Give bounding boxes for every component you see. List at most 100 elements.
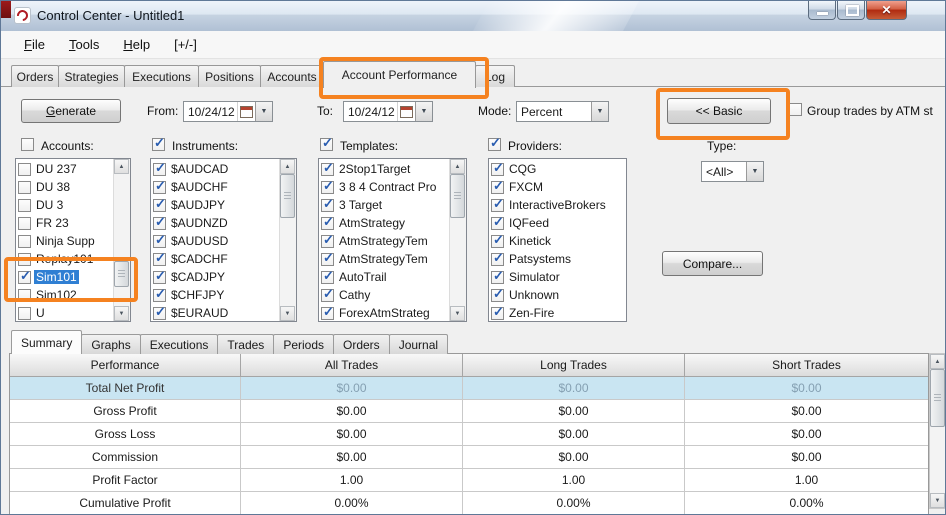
provider-list-item[interactable]: IQFeed xyxy=(489,214,626,232)
column-header[interactable]: Short Trades xyxy=(685,354,928,377)
provider-list-item[interactable]: Patsystems xyxy=(489,250,626,268)
subtab-graphs[interactable]: Graphs xyxy=(81,334,141,354)
mode-dropdown-icon[interactable] xyxy=(591,102,608,121)
scroll-down-icon[interactable] xyxy=(280,306,295,321)
column-header[interactable]: Performance xyxy=(10,354,241,377)
scroll-down-icon[interactable] xyxy=(450,306,465,321)
accounts-filter-checkbox[interactable] xyxy=(21,138,34,151)
checkbox-icon[interactable] xyxy=(153,304,166,320)
checkbox-icon[interactable] xyxy=(321,178,334,194)
instrument-list-item[interactable]: $AUDJPY xyxy=(151,196,280,214)
basic-button[interactable]: << Basic xyxy=(667,98,771,124)
instrument-list-item[interactable]: $AUDCHF xyxy=(151,178,280,196)
tab-orders[interactable]: Orders xyxy=(11,65,59,87)
account-list-item[interactable]: DU 3 xyxy=(16,196,114,214)
checkbox-icon[interactable] xyxy=(491,232,504,248)
table-row[interactable]: Gross Profit $0.00 $0.00 $0.00 xyxy=(10,400,928,423)
account-list-item-sim101[interactable]: Sim101 xyxy=(16,268,114,286)
template-list-item[interactable]: AtmStrategy xyxy=(319,214,450,232)
checkbox-icon[interactable] xyxy=(321,304,334,320)
scroll-up-icon[interactable] xyxy=(114,159,129,174)
subtab-journal[interactable]: Journal xyxy=(388,334,449,354)
scroll-down-icon[interactable] xyxy=(930,493,945,508)
instrument-list-item[interactable]: $EURAUD xyxy=(151,304,280,321)
tab-executions[interactable]: Executions xyxy=(124,65,199,87)
compare-button[interactable]: Compare... xyxy=(662,251,763,276)
subtab-orders[interactable]: Orders xyxy=(333,334,390,354)
template-list-item[interactable]: AtmStrategyTem xyxy=(319,232,450,250)
column-header[interactable]: All Trades xyxy=(241,354,463,377)
subtab-periods[interactable]: Periods xyxy=(273,334,334,354)
checkbox-icon[interactable] xyxy=(321,160,334,176)
checkbox-icon[interactable] xyxy=(321,214,334,230)
provider-list-item[interactable]: Kinetick xyxy=(489,232,626,250)
template-list-item[interactable]: 2Stop1Target xyxy=(319,160,450,178)
menu-help[interactable]: Help xyxy=(112,34,161,55)
checkbox-icon[interactable] xyxy=(153,268,166,284)
accounts-scrollbar[interactable] xyxy=(113,159,130,321)
checkbox-icon[interactable] xyxy=(491,268,504,284)
to-calendar-icon[interactable] xyxy=(397,102,415,121)
checkbox-icon[interactable] xyxy=(491,178,504,194)
provider-list-item[interactable]: Zen-Fire xyxy=(489,304,626,321)
instrument-list-item[interactable]: $CADCHF xyxy=(151,250,280,268)
app-icon[interactable] xyxy=(14,7,31,24)
generate-button[interactable]: Generate xyxy=(21,99,121,123)
from-calendar-icon[interactable] xyxy=(237,102,255,121)
checkbox-icon[interactable] xyxy=(18,198,31,212)
account-list-item[interactable]: FR 23 xyxy=(16,214,114,232)
checkbox-icon[interactable] xyxy=(153,196,166,212)
checkbox-icon[interactable] xyxy=(18,252,31,266)
checkbox-icon[interactable] xyxy=(18,180,31,194)
subtab-trades[interactable]: Trades xyxy=(217,334,275,354)
table-row[interactable]: Total Net Profit $0.00 $0.00 $0.00 xyxy=(10,377,928,400)
template-list-item[interactable]: ForexAtmStrateg xyxy=(319,304,450,321)
table-row[interactable]: Commission $0.00 $0.00 $0.00 xyxy=(10,446,928,469)
to-dropdown-icon[interactable] xyxy=(415,102,432,121)
instrument-list-item[interactable]: $AUDNZD xyxy=(151,214,280,232)
tab-accounts[interactable]: Accounts xyxy=(260,65,324,87)
scrollbar-thumb[interactable] xyxy=(114,261,129,287)
account-list-item[interactable]: Replay101 xyxy=(16,250,114,268)
checkbox-icon[interactable] xyxy=(491,304,504,320)
account-list-item[interactable]: Sim102 xyxy=(16,286,114,304)
checkbox-icon[interactable] xyxy=(321,268,334,284)
table-row[interactable]: Cumulative Profit 0.00% 0.00% 0.00% xyxy=(10,492,928,514)
scroll-up-icon[interactable] xyxy=(930,354,945,369)
scroll-up-icon[interactable] xyxy=(450,159,465,174)
instrument-list-item[interactable]: $AUDCAD xyxy=(151,160,280,178)
title-bar[interactable]: Control Center - Untitled1 xyxy=(1,1,945,32)
checkbox-icon[interactable] xyxy=(491,286,504,302)
checkbox-icon[interactable] xyxy=(153,160,166,176)
instrument-list-item[interactable]: $CADJPY xyxy=(151,268,280,286)
instruments-filter-checkbox[interactable] xyxy=(152,135,165,151)
template-list-item[interactable]: 3 8 4 Contract Pro xyxy=(319,178,450,196)
checkbox-icon[interactable] xyxy=(18,162,31,176)
close-button[interactable] xyxy=(866,1,907,20)
template-list-item[interactable]: 3 Target xyxy=(319,196,450,214)
table-scrollbar[interactable] xyxy=(929,353,945,509)
checkbox-icon[interactable] xyxy=(321,196,334,212)
mode-select[interactable]: Percent xyxy=(516,101,609,122)
account-list-item[interactable]: U xyxy=(16,304,114,321)
instrument-list-item[interactable]: $CHFJPY xyxy=(151,286,280,304)
checkbox-icon[interactable] xyxy=(18,306,31,320)
to-date-picker[interactable]: 10/24/12 xyxy=(343,101,433,122)
templates-filter-checkbox[interactable] xyxy=(320,135,333,151)
checkbox-icon[interactable] xyxy=(321,232,334,248)
provider-list-item[interactable]: InteractiveBrokers xyxy=(489,196,626,214)
template-list-item[interactable]: Cathy xyxy=(319,286,450,304)
column-header[interactable]: Long Trades xyxy=(463,354,685,377)
subtab-executions[interactable]: Executions xyxy=(139,334,219,354)
type-select[interactable]: <All> xyxy=(701,161,764,182)
menu-tools[interactable]: Tools xyxy=(58,34,110,55)
menu-expand-collapse[interactable]: [+/-] xyxy=(163,34,208,55)
group-trades-checkbox[interactable] xyxy=(789,103,802,116)
scrollbar-thumb[interactable] xyxy=(930,369,945,427)
checkbox-icon[interactable] xyxy=(491,214,504,230)
from-date-picker[interactable]: 10/24/12 xyxy=(183,101,273,122)
table-row[interactable]: Profit Factor 1.00 1.00 1.00 xyxy=(10,469,928,492)
provider-list-item[interactable]: CQG xyxy=(489,160,626,178)
checkbox-icon[interactable] xyxy=(18,216,31,230)
checkbox-icon[interactable] xyxy=(491,250,504,266)
